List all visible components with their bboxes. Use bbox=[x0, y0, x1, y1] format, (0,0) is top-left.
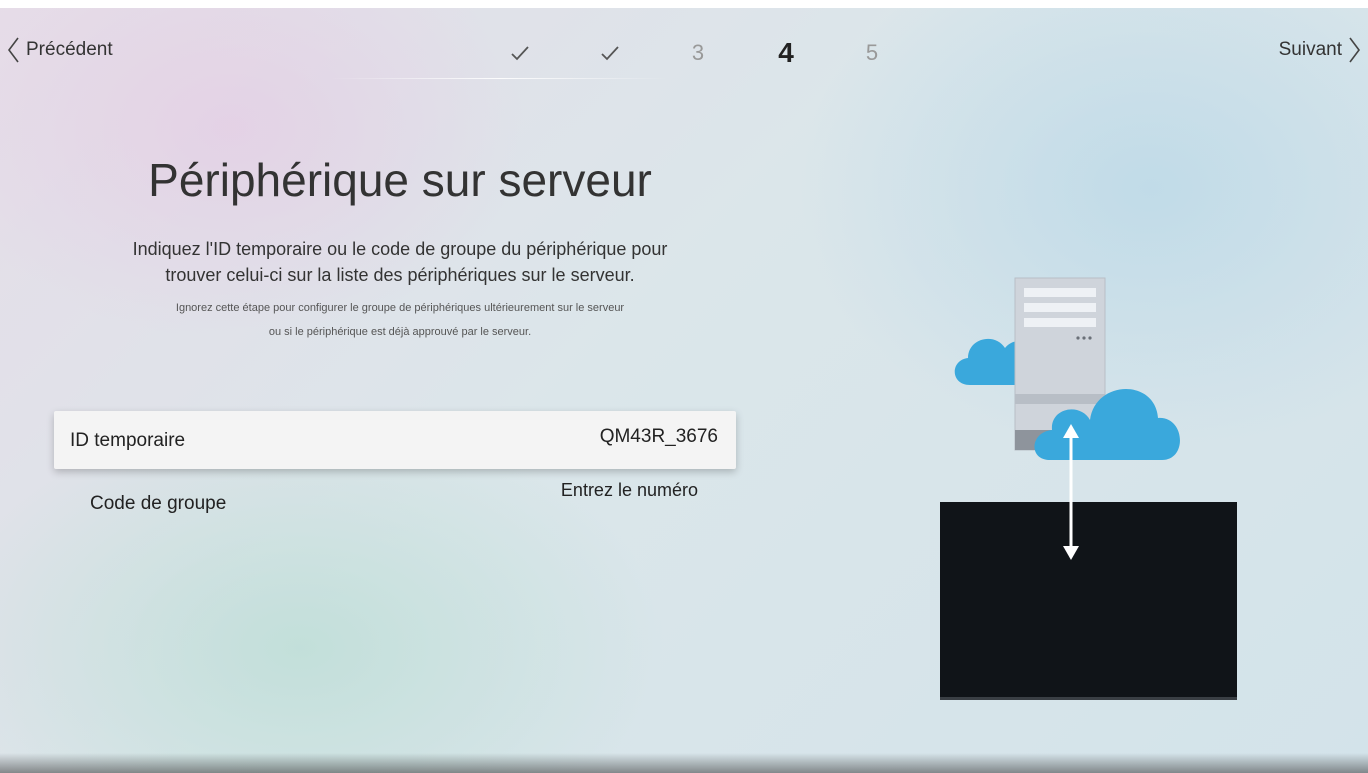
page-note: Ignorez cette étape pour configurer le g… bbox=[55, 296, 745, 344]
previous-button[interactable]: Précédent bbox=[6, 36, 113, 64]
step-5: 5 bbox=[865, 40, 879, 65]
page-description: Indiquez l'ID temporaire ou le code de g… bbox=[60, 236, 740, 288]
step-1-done bbox=[500, 38, 540, 71]
check-icon bbox=[601, 46, 619, 61]
group-code-field[interactable]: Code de groupe Entrez le numéro bbox=[54, 480, 736, 528]
step-4-current: 4 bbox=[778, 37, 794, 68]
temp-id-value: QM43R_3676 bbox=[599, 426, 718, 447]
temp-id-label: ID temporaire bbox=[70, 430, 186, 451]
step-3: 3 bbox=[691, 40, 705, 65]
note-line-1: Ignorez cette étape pour configurer le g… bbox=[175, 302, 625, 314]
note-line-2: ou si le périphérique est déjà approuvé … bbox=[268, 326, 532, 338]
step-underline bbox=[330, 78, 670, 79]
tv-screen: Précédent 3 4 5 Suivant Périphérique sur… bbox=[0, 8, 1368, 773]
description-line-1: Indiquez l'ID temporaire ou le code de g… bbox=[132, 239, 668, 259]
next-label: Suivant bbox=[1278, 39, 1342, 60]
previous-label: Précédent bbox=[26, 39, 113, 60]
temp-id-field[interactable]: ID temporaire QM43R_3676 bbox=[54, 411, 736, 469]
step-2-done bbox=[590, 38, 630, 71]
display-icon bbox=[940, 502, 1237, 700]
group-code-input[interactable]: Entrez le numéro bbox=[561, 480, 698, 501]
description-line-2: trouver celui-ci sur la liste des périph… bbox=[165, 265, 635, 285]
check-icon bbox=[511, 46, 529, 61]
page-title: Périphérique sur serveur bbox=[148, 154, 652, 206]
chevron-right-icon bbox=[1349, 37, 1360, 63]
step-indicator: 3 4 5 bbox=[500, 38, 900, 68]
next-button[interactable]: Suivant bbox=[1279, 36, 1362, 64]
server-illustration bbox=[940, 277, 1237, 700]
chevron-left-icon bbox=[8, 37, 19, 63]
group-code-label: Code de groupe bbox=[90, 493, 227, 514]
